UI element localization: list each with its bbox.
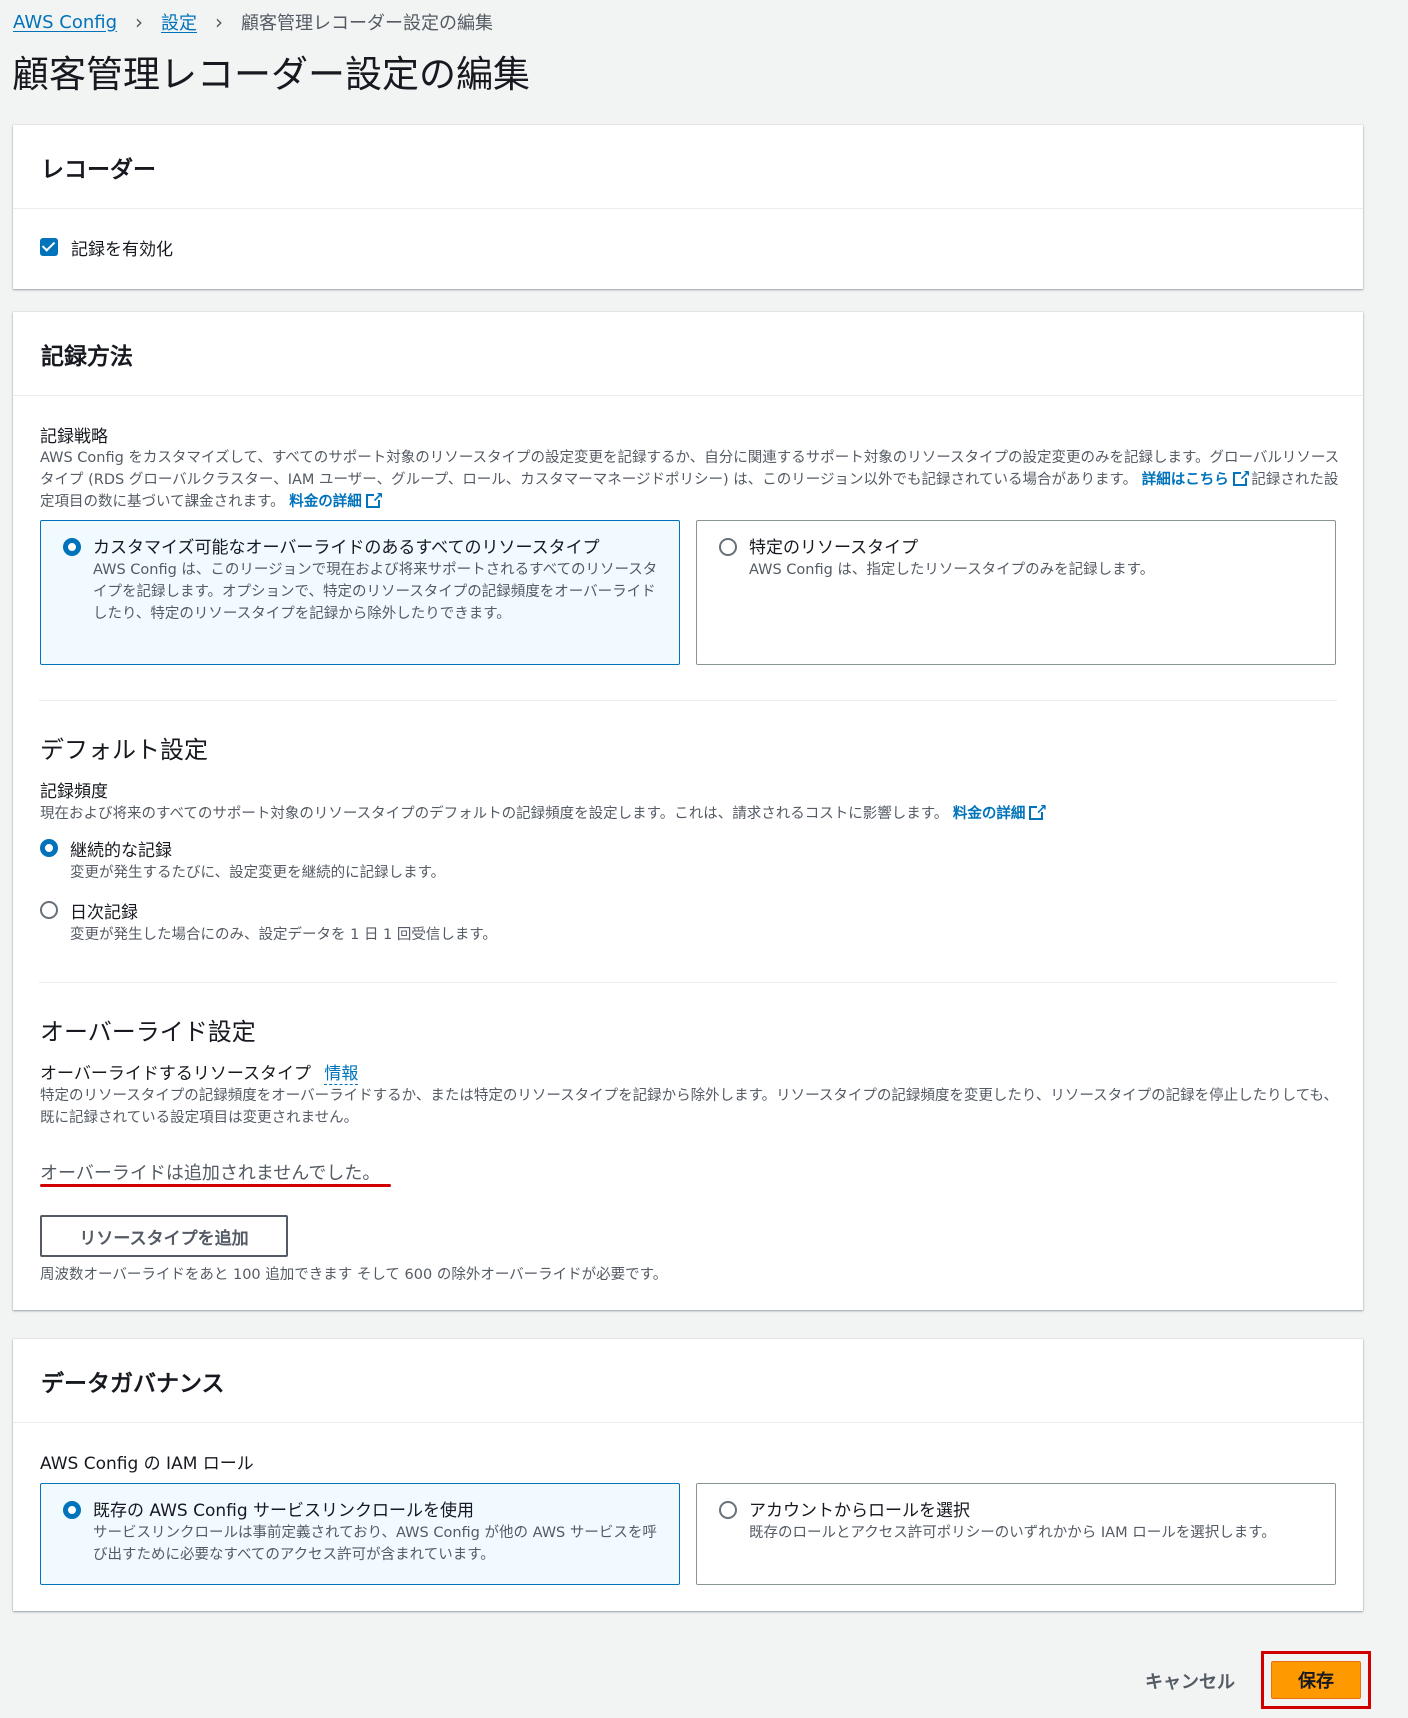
strategy-label: 記録戦略	[40, 427, 108, 447]
radio-daily[interactable]	[40, 901, 58, 919]
radio-all-types[interactable]	[63, 538, 81, 556]
recorder-panel-header: レコーダー	[13, 125, 1363, 209]
continuous-recording-label[interactable]: 継続的な記録	[70, 836, 172, 861]
role-option-service-linked[interactable]: 既存の AWS Config サービスリンクロールを使用 サービスリンクロールは…	[40, 1483, 680, 1585]
override-label-text: オーバーライドするリソースタイプ	[40, 1064, 311, 1084]
save-button[interactable]: 保存	[1271, 1661, 1361, 1699]
frequency-label: 記録頻度	[40, 782, 108, 802]
pricing-link[interactable]: 料金の詳細	[289, 494, 362, 510]
chevron-right-icon: ›	[135, 10, 144, 34]
radio-continuous[interactable]	[40, 839, 58, 857]
external-link-icon	[1232, 465, 1251, 487]
pricing-link[interactable]: 料金の詳細	[953, 806, 1026, 822]
details-link[interactable]: 詳細はこちら	[1142, 472, 1229, 488]
daily-recording-description: 変更が発生した場合にのみ、設定データを 1 日 1 回受信します。	[70, 927, 497, 943]
radio-specific-types[interactable]	[719, 538, 737, 556]
option-title: アカウントからロールを選択	[749, 1501, 970, 1521]
breadcrumb-aws-config[interactable]: AWS Config	[13, 12, 117, 33]
frequency-description-text: 現在および将来のすべてのサポート対象のリソースタイプのデフォルトの記録頻度を設定…	[40, 806, 949, 822]
breadcrumb-current: 顧客管理レコーダー設定の編集	[241, 13, 494, 34]
default-settings-heading: デフォルト設定	[40, 736, 208, 764]
strategy-option-specific-types[interactable]: 特定のリソースタイプ AWS Config は、指定したリソースタイプのみを記録…	[696, 520, 1336, 665]
enable-recording-checkbox[interactable]	[40, 238, 58, 256]
highlight-underline	[40, 1184, 391, 1187]
breadcrumb: AWS Config › 設定 › 顧客管理レコーダー設定の編集	[13, 9, 493, 35]
cancel-button[interactable]: キャンセル	[1145, 1668, 1235, 1694]
frequency-description: 現在および将来のすべてのサポート対象のリソースタイプのデフォルトの記録頻度を設定…	[40, 799, 1340, 825]
add-resource-type-button[interactable]: リソースタイプを追加	[40, 1215, 288, 1257]
override-description: 特定のリソースタイプの記録頻度をオーバーライドするか、または特定のリソースタイプ…	[40, 1088, 1339, 1126]
radio-choose-role[interactable]	[719, 1501, 737, 1519]
method-panel-header: 記録方法	[13, 312, 1363, 396]
option-title: 既存の AWS Config サービスリンクロールを使用	[93, 1501, 475, 1521]
info-link[interactable]: 情報	[324, 1064, 359, 1085]
recorder-heading: レコーダー	[41, 156, 156, 183]
data-governance-panel: データガバナンス AWS Config の IAM ロール 既存の AWS Co…	[13, 1339, 1363, 1611]
override-limit-text: 周波数オーバーライドをあと 100 追加できます そして 600 の除外オーバー…	[40, 1267, 668, 1283]
recorder-panel: レコーダー 記録を有効化	[13, 125, 1363, 289]
enable-recording-label[interactable]: 記録を有効化	[71, 235, 173, 260]
override-settings-heading: オーバーライド設定	[40, 1018, 256, 1046]
external-link-icon	[1029, 799, 1047, 821]
chevron-right-icon: ›	[215, 10, 224, 34]
daily-recording-label[interactable]: 日次記録	[70, 898, 138, 923]
option-description: サービスリンクロールは事前定義されており、AWS Config が他の AWS …	[93, 1525, 657, 1563]
option-title: カスタマイズ可能なオーバーライドのあるすべてのリソースタイプ	[93, 538, 600, 558]
breadcrumb-settings[interactable]: 設定	[161, 9, 197, 35]
option-description: 既存のロールとアクセス許可ポリシーのいずれかから IAM ロールを選択します。	[749, 1525, 1276, 1541]
strategy-option-all-types[interactable]: カスタマイズ可能なオーバーライドのあるすべてのリソースタイプ AWS Confi…	[40, 520, 680, 665]
method-heading: 記録方法	[41, 343, 133, 370]
divider	[39, 700, 1337, 701]
save-button-highlight: 保存	[1261, 1651, 1371, 1709]
no-overrides-text: オーバーライドは追加されませんでした。	[40, 1163, 381, 1184]
page-title: 顧客管理レコーダー設定の編集	[12, 53, 530, 96]
override-resource-types-label: オーバーライドするリソースタイプ 情報	[40, 1059, 359, 1085]
option-description: AWS Config は、このリージョンで現在および将来サポートされるすべてのリ…	[93, 562, 658, 622]
iam-role-label: AWS Config の IAM ロール	[40, 1454, 254, 1474]
role-option-choose-from-account[interactable]: アカウントからロールを選択 既存のロールとアクセス許可ポリシーのいずれかから I…	[696, 1483, 1336, 1585]
option-title: 特定のリソースタイプ	[749, 538, 919, 558]
continuous-recording-description: 変更が発生するたびに、設定変更を継続的に記録します。	[70, 865, 446, 881]
divider	[39, 982, 1337, 983]
option-description: AWS Config は、指定したリソースタイプのみを記録します。	[749, 562, 1155, 578]
governance-panel-header: データガバナンス	[13, 1339, 1363, 1423]
strategy-description: AWS Config をカスタマイズして、すべてのサポート対象のリソースタイプの…	[40, 447, 1340, 513]
external-link-icon	[365, 487, 384, 509]
radio-service-linked-role[interactable]	[63, 1501, 81, 1519]
governance-heading: データガバナンス	[41, 1370, 225, 1397]
